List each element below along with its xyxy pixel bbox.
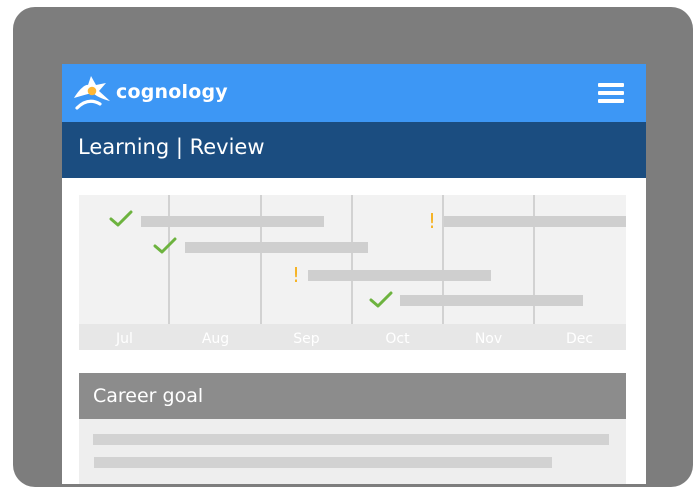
learning-timeline: Jul Aug Sep Oct Nov Dec ! ! (79, 195, 626, 350)
month-label-nov: Nov (474, 331, 503, 347)
month-label-dec: Dec (565, 331, 594, 347)
placeholder-text-line (94, 457, 552, 468)
month-label-oct: Oct (385, 331, 410, 347)
exclamation-icon: ! (428, 209, 437, 233)
brand-name[interactable]: cognology (116, 81, 228, 103)
timeline-item-bar[interactable] (400, 295, 583, 306)
page-title-bar: Learning | Review (62, 122, 646, 178)
placeholder-text-line (93, 434, 609, 445)
timeline-item-bar[interactable] (444, 216, 626, 227)
top-navigation-bar: cognology (62, 64, 646, 122)
check-icon (369, 291, 393, 308)
exclamation-icon: ! (292, 263, 301, 287)
cognology-logo-icon (74, 76, 110, 110)
career-goal-card: Career goal (79, 373, 626, 484)
month-label-jul: Jul (116, 331, 133, 347)
check-icon (109, 210, 133, 227)
page-title: Learning | Review (78, 135, 265, 159)
month-label-sep: Sep (293, 331, 320, 347)
timeline-item-bar[interactable] (185, 242, 368, 253)
career-goal-title: Career goal (93, 385, 204, 407)
timeline-item-bar[interactable] (141, 216, 324, 227)
hamburger-menu-icon[interactable] (598, 83, 624, 103)
timeline-item-bar[interactable] (308, 270, 491, 281)
check-icon (153, 237, 177, 254)
career-goal-header[interactable]: Career goal (79, 373, 626, 419)
month-label-aug: Aug (201, 331, 230, 347)
app-screen: cognology Learning | Review Jul Aug Sep … (62, 64, 646, 484)
